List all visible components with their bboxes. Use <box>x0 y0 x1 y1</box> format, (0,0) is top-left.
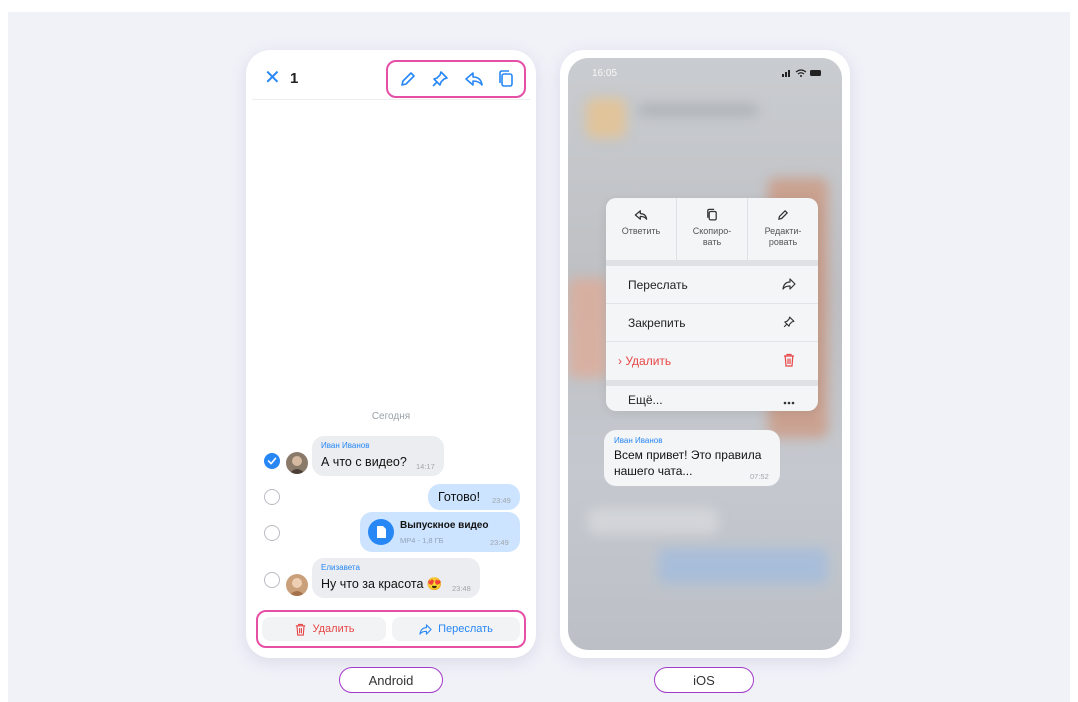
forward-label: Переслать <box>438 623 493 635</box>
stage <box>8 12 1070 702</box>
copy-icon <box>707 208 717 221</box>
blurred-bubble <box>588 508 718 534</box>
message-time: 23:48 <box>452 584 471 593</box>
reply-icon <box>634 210 648 220</box>
pencil-icon[interactable] <box>398 69 418 89</box>
forward-icon <box>782 278 796 290</box>
message-time: 14:17 <box>416 462 435 471</box>
bottom-actions-highlight: Удалить Переслать <box>256 610 526 648</box>
message-time: 07:52 <box>750 472 769 481</box>
status-bar-icons <box>782 69 821 77</box>
menu-item-forward[interactable]: Переслать <box>606 266 818 304</box>
file-name: Выпускное видео <box>400 520 489 531</box>
ios-label: iOS <box>654 667 754 693</box>
status-icons <box>782 68 822 80</box>
edit-label: Редакти- ровать <box>764 226 802 247</box>
menu-item-label: Закрепить <box>628 316 686 330</box>
message-text: А что с видео? <box>321 455 407 469</box>
checkmark-icon <box>267 457 277 465</box>
copy-icon[interactable] <box>496 69 516 89</box>
message-tools-highlight <box>386 60 526 98</box>
message-bubble[interactable]: Иван Иванов А что с видео? 14:17 <box>312 436 444 476</box>
android-label: Android <box>339 667 443 693</box>
menu-item-pin[interactable]: Закрепить <box>606 304 818 342</box>
trash-icon <box>784 353 794 367</box>
selection-toolbar: ✕ 1 <box>252 56 530 100</box>
message-text: Ну что за красота 😍 <box>321 577 443 591</box>
ios-screen: 16:05 Ответить Скопиро- вать Редакти- ро… <box>568 58 842 650</box>
more-icon <box>783 401 795 405</box>
trash-icon <box>295 623 305 636</box>
file-meta: MP4 - 1,8 ГБ <box>400 536 444 545</box>
message-checkbox[interactable] <box>264 572 280 588</box>
message-time: 23:49 <box>490 538 509 547</box>
message-time: 23:49 <box>492 496 511 505</box>
message-checkbox[interactable] <box>264 489 280 505</box>
message-checkbox[interactable] <box>264 525 280 541</box>
message-text-line1: Всем привет! Это правила <box>614 448 762 462</box>
message-bubble[interactable]: Готово! 23:49 <box>428 484 520 510</box>
document-icon <box>377 526 386 538</box>
blurred-image <box>568 278 608 378</box>
close-icon[interactable]: ✕ <box>264 68 281 88</box>
delete-button[interactable]: Удалить <box>262 617 386 641</box>
selected-count: 1 <box>290 70 299 87</box>
status-time: 16:05 <box>592 68 618 79</box>
preview-message-bubble: Иван Иванов Всем привет! Это правила наш… <box>604 430 780 486</box>
message-text: Готово! <box>438 490 481 504</box>
pencil-icon <box>778 210 788 220</box>
menu-item-more[interactable]: Ещё... <box>606 374 818 411</box>
avatar <box>286 452 308 474</box>
sender-name: Елизавета <box>321 563 360 572</box>
avatar <box>286 574 308 596</box>
pin-icon <box>783 316 795 328</box>
menu-item-label: › Удалить <box>618 354 672 368</box>
forward-button[interactable]: Переслать <box>392 617 520 641</box>
sender-name: Иван Иванов <box>321 441 370 450</box>
message-checkbox[interactable] <box>264 453 280 469</box>
reply-icon[interactable] <box>464 69 484 89</box>
avatar-photo <box>289 578 305 596</box>
file-message-bubble[interactable]: Выпускное видео MP4 - 1,8 ГБ 23:49 <box>360 512 520 552</box>
menu-item-label: Переслать <box>628 278 688 292</box>
copy-label: Скопиро- вать <box>692 226 732 247</box>
context-menu: Ответить Скопиро- вать Редакти- ровать П… <box>606 198 818 411</box>
forward-icon <box>419 623 432 635</box>
message-text-line2: нашего чата... <box>614 464 693 478</box>
reply-label: Ответить <box>621 226 661 236</box>
android-phone: ✕ 1 Сегодня Иван Иванов А что с видео? 1… <box>246 50 536 658</box>
blurred-bubble <box>658 548 828 584</box>
context-top-actions: Ответить Скопиро- вать Редакти- ровать <box>606 198 818 260</box>
pin-icon[interactable] <box>430 69 450 89</box>
reply-action[interactable]: Ответить <box>606 198 677 260</box>
delete-label: Удалить <box>312 623 355 635</box>
date-separator: Сегодня <box>371 411 411 422</box>
menu-item-label: Ещё... <box>628 393 663 407</box>
file-icon <box>368 519 394 545</box>
blurred-text <box>638 104 758 116</box>
copy-action[interactable]: Скопиро- вать <box>677 198 748 260</box>
sender-name: Иван Иванов <box>614 436 663 445</box>
avatar-photo <box>289 456 305 474</box>
blurred-avatar <box>586 98 626 138</box>
message-bubble[interactable]: Елизавета Ну что за красота 😍 23:48 <box>312 558 480 598</box>
ios-phone: 16:05 Ответить Скопиро- вать Редакти- ро… <box>560 50 850 658</box>
edit-action[interactable]: Редакти- ровать <box>748 198 818 260</box>
android-screen: ✕ 1 Сегодня Иван Иванов А что с видео? 1… <box>252 56 530 652</box>
